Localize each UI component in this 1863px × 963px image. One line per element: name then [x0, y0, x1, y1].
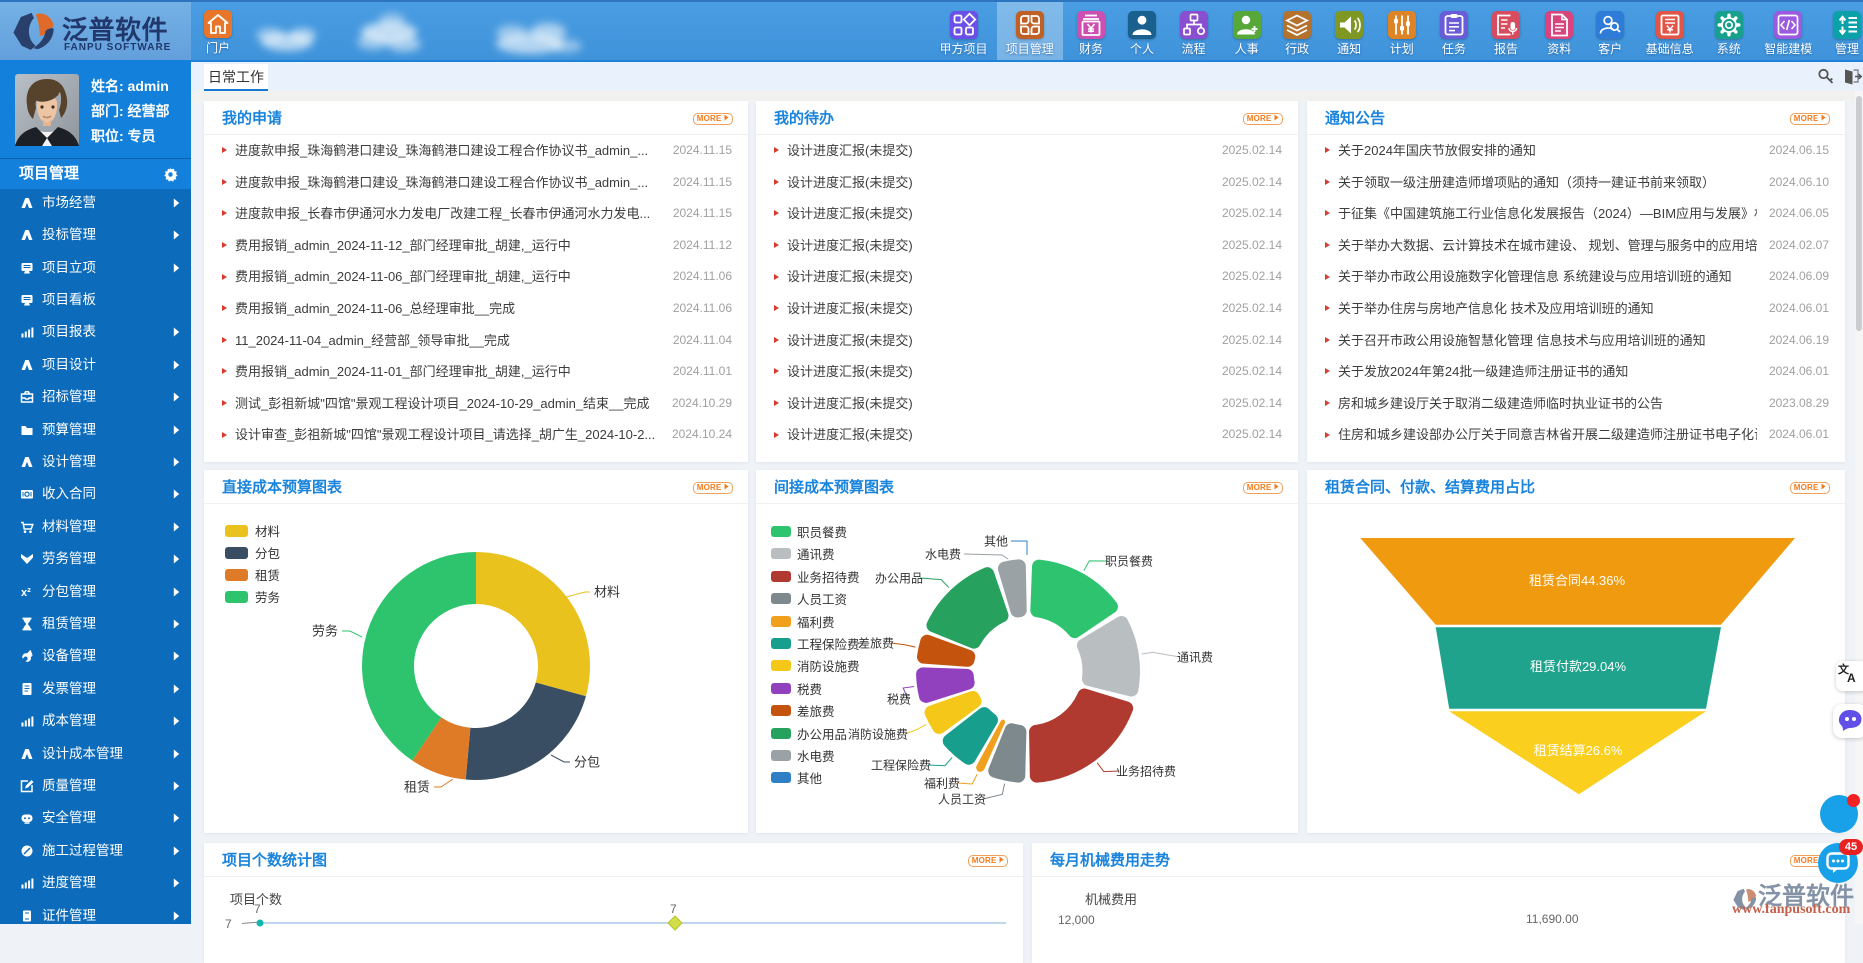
svg-text:A: A	[1847, 671, 1856, 685]
svg-text:水电费: 水电费	[925, 548, 961, 562]
svg-text:差旅费: 差旅费	[858, 637, 894, 651]
svg-text:材料: 材料	[594, 585, 620, 600]
svg-text:工程保险费: 工程保险费	[871, 758, 931, 773]
svg-text:其他: 其他	[984, 535, 1008, 549]
svg-text:租赁结算26.6%: 租赁结算26.6%	[1534, 743, 1623, 758]
svg-text:x²: x²	[21, 587, 31, 599]
svg-text:税费: 税费	[887, 693, 911, 707]
svg-text:分包: 分包	[574, 755, 600, 770]
svg-text:租赁合同44.36%: 租赁合同44.36%	[1529, 573, 1626, 588]
svg-text:福利费: 福利费	[924, 776, 960, 791]
svg-text:租赁付款29.04%: 租赁付款29.04%	[1530, 659, 1627, 674]
svg-text:租赁: 租赁	[404, 780, 430, 795]
svg-text:消防设施费: 消防设施费	[848, 727, 908, 742]
svg-text:人员工资: 人员工资	[938, 793, 986, 807]
svg-text:办公用品: 办公用品	[875, 571, 923, 586]
svg-text:劳务: 劳务	[312, 624, 338, 639]
svg-text:业务招待费: 业务招待费	[1116, 764, 1176, 779]
svg-text:通讯费: 通讯费	[1177, 651, 1213, 665]
svg-text:职员餐费: 职员餐费	[1105, 554, 1153, 569]
